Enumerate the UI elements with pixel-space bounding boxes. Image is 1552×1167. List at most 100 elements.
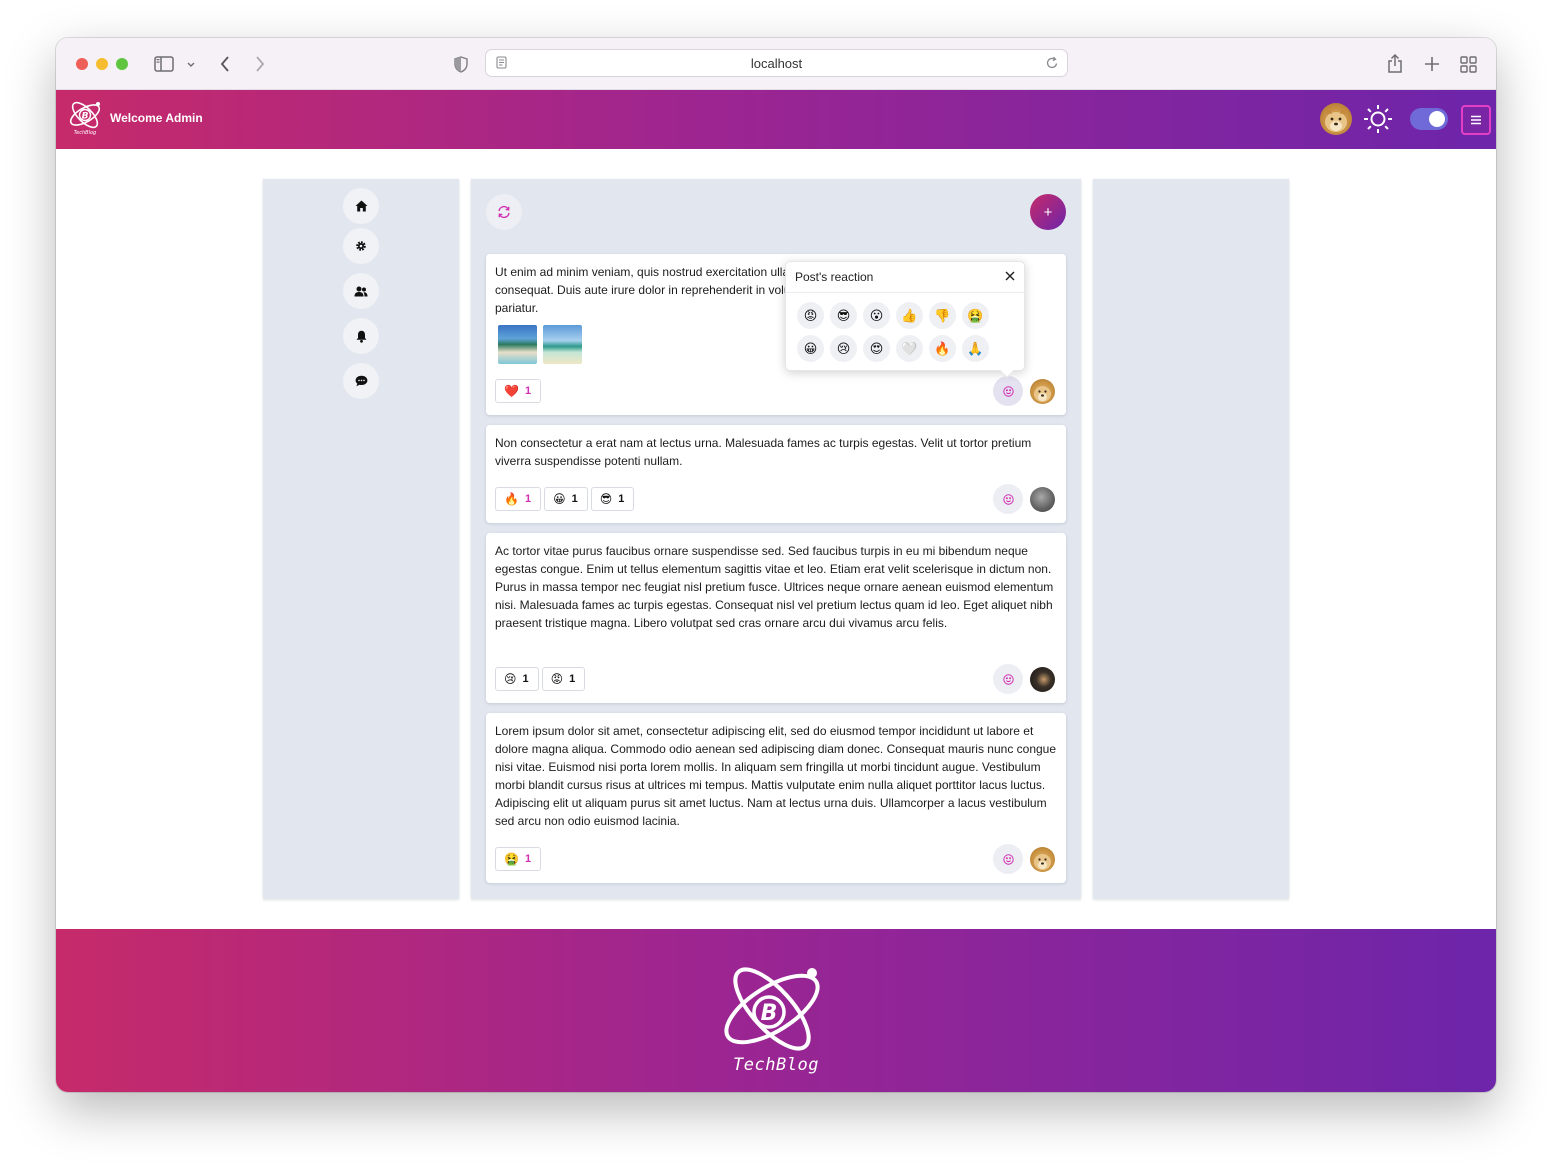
browser-window: localhost B TechBlog Welcome Admin + Ut … <box>56 38 1496 1092</box>
post-card: Non consectetur a erat nam at lectus urn… <box>486 425 1066 523</box>
nav-settings-button[interactable] <box>343 228 379 264</box>
smiley-icon <box>1002 853 1014 865</box>
sidebar-toggle-icon[interactable] <box>153 52 175 76</box>
page-icon <box>496 56 507 72</box>
welcome-text: Welcome Admin <box>110 111 203 125</box>
close-window-button[interactable] <box>76 58 88 70</box>
theme-toggle[interactable] <box>1410 108 1448 130</box>
react-button[interactable] <box>993 484 1023 514</box>
reaction-chip[interactable]: 😢 1 <box>495 667 539 691</box>
thumbs-down-emoji-option[interactable]: 👎 <box>929 302 956 329</box>
heart-eyes-emoji-option[interactable]: 😍 <box>863 335 890 362</box>
reaction-count: 1 <box>524 385 532 397</box>
reaction-count: 1 <box>524 853 532 865</box>
react-button[interactable] <box>993 844 1023 874</box>
bell-icon <box>356 330 366 343</box>
close-icon[interactable] <box>1002 268 1018 284</box>
author-avatar[interactable] <box>1030 847 1055 872</box>
address-bar[interactable]: localhost <box>485 49 1068 77</box>
reaction-count: 1 <box>571 493 578 505</box>
fire-emoji-option[interactable]: 🔥 <box>929 335 956 362</box>
app-header: B TechBlog Welcome Admin <box>56 90 1496 149</box>
new-tab-icon[interactable] <box>1423 52 1441 76</box>
pray-emoji-option[interactable]: 🙏 <box>962 335 989 362</box>
users-icon <box>354 286 368 296</box>
vomit-emoji-option[interactable]: 🤮 <box>962 302 989 329</box>
forward-icon[interactable] <box>252 52 268 76</box>
heart-emoji-icon: ❤️ <box>504 384 519 398</box>
reaction-chip[interactable]: 😀 1 <box>544 487 588 511</box>
react-button[interactable] <box>993 664 1023 694</box>
post-image[interactable] <box>498 325 537 364</box>
post-text: Lorem ipsum dolor sit amet, consectetur … <box>495 724 1057 828</box>
chat-icon <box>355 375 367 387</box>
post-reactions: 😢 1 😡 1 <box>495 667 586 691</box>
back-icon[interactable] <box>217 52 233 76</box>
author-avatar[interactable] <box>1030 487 1055 512</box>
smiley-icon <box>1002 493 1014 505</box>
maximize-window-button[interactable] <box>116 58 128 70</box>
reaction-count: 1 <box>618 493 625 505</box>
techblog-logo-icon[interactable]: B TechBlog <box>66 96 106 136</box>
svg-text:B: B <box>82 112 89 122</box>
toggle-knob <box>1429 111 1445 127</box>
user-avatar[interactable] <box>1320 103 1352 135</box>
react-button[interactable] <box>993 376 1023 406</box>
grin-emoji-icon: 😀 <box>553 492 566 506</box>
nav-home-button[interactable] <box>343 188 379 224</box>
nav-notifications-button[interactable] <box>343 318 379 354</box>
sun-icon[interactable] <box>1362 103 1394 135</box>
reaction-chip[interactable]: 🔥 1 <box>495 487 542 511</box>
post-text: Ac tortor vitae purus faucibus ornare su… <box>495 544 1054 630</box>
nav-users-button[interactable] <box>343 273 379 309</box>
post-image[interactable] <box>543 325 582 364</box>
surprised-emoji-option[interactable]: 😮 <box>863 302 890 329</box>
browser-toolbar: localhost <box>56 38 1496 90</box>
reaction-count: 1 <box>569 673 576 685</box>
fire-emoji-icon: 🔥 <box>504 492 519 506</box>
reload-icon[interactable] <box>1046 56 1059 73</box>
gear-icon <box>356 241 366 251</box>
smiley-icon <box>1002 673 1014 685</box>
reaction-chip[interactable]: ❤️ 1 <box>495 379 542 403</box>
post-card: Ac tortor vitae purus faucibus ornare su… <box>486 533 1066 703</box>
footer-logo-icon: B <box>714 957 834 1057</box>
minimize-window-button[interactable] <box>96 58 108 70</box>
add-post-button[interactable]: + <box>1030 194 1066 230</box>
grin-emoji-option[interactable]: 😀 <box>797 335 824 362</box>
shield-icon[interactable] <box>453 52 469 76</box>
right-sidebar <box>1093 179 1289 899</box>
post-card: Lorem ipsum dolor sit amet, consectetur … <box>486 713 1066 883</box>
reaction-chip[interactable]: 😎 1 <box>590 487 635 511</box>
vomit-emoji-icon: 🤮 <box>504 852 519 866</box>
cool-emoji-option[interactable]: 😎 <box>830 302 857 329</box>
reaction-popover: Post's reaction 😡 😎 😮 👍 👎 🤮 😀 😢 😍 🤍 🔥 🙏 <box>785 261 1026 379</box>
chevron-down-icon[interactable] <box>185 52 197 76</box>
emoji-grid: 😡 😎 😮 👍 👎 🤮 😀 😢 😍 🤍 🔥 🙏 <box>797 302 989 362</box>
divider <box>786 292 1026 293</box>
white-heart-emoji-option[interactable]: 🤍 <box>896 335 923 362</box>
post-text: Non consectetur a erat nam at lectus urn… <box>495 436 1032 468</box>
footer-brand: TechBlog <box>733 1055 819 1075</box>
author-avatar[interactable] <box>1030 379 1055 404</box>
angry-emoji-option[interactable]: 😡 <box>797 302 824 329</box>
tab-overview-icon[interactable] <box>1459 52 1477 76</box>
author-avatar[interactable] <box>1030 667 1055 692</box>
sad-emoji-icon: 😢 <box>504 672 517 686</box>
sad-emoji-option[interactable]: 😢 <box>830 335 857 362</box>
nav-messages-button[interactable] <box>343 363 379 399</box>
post-reactions: ❤️ 1 <box>495 379 542 403</box>
cool-emoji-icon: 😎 <box>599 492 613 506</box>
refresh-button[interactable] <box>486 194 522 230</box>
reaction-count: 1 <box>522 673 529 685</box>
hamburger-menu-button[interactable] <box>1461 105 1491 135</box>
share-icon[interactable] <box>1386 52 1404 76</box>
thumbs-up-emoji-option[interactable]: 👍 <box>896 302 923 329</box>
svg-text:B: B <box>761 1001 778 1026</box>
popover-title: Post's reaction <box>795 270 874 284</box>
left-sidebar <box>263 179 459 899</box>
angry-emoji-icon: 😡 <box>550 672 564 686</box>
reaction-chip[interactable]: 🤮 1 <box>495 847 542 871</box>
refresh-icon <box>498 205 510 219</box>
reaction-chip[interactable]: 😡 1 <box>541 667 586 691</box>
